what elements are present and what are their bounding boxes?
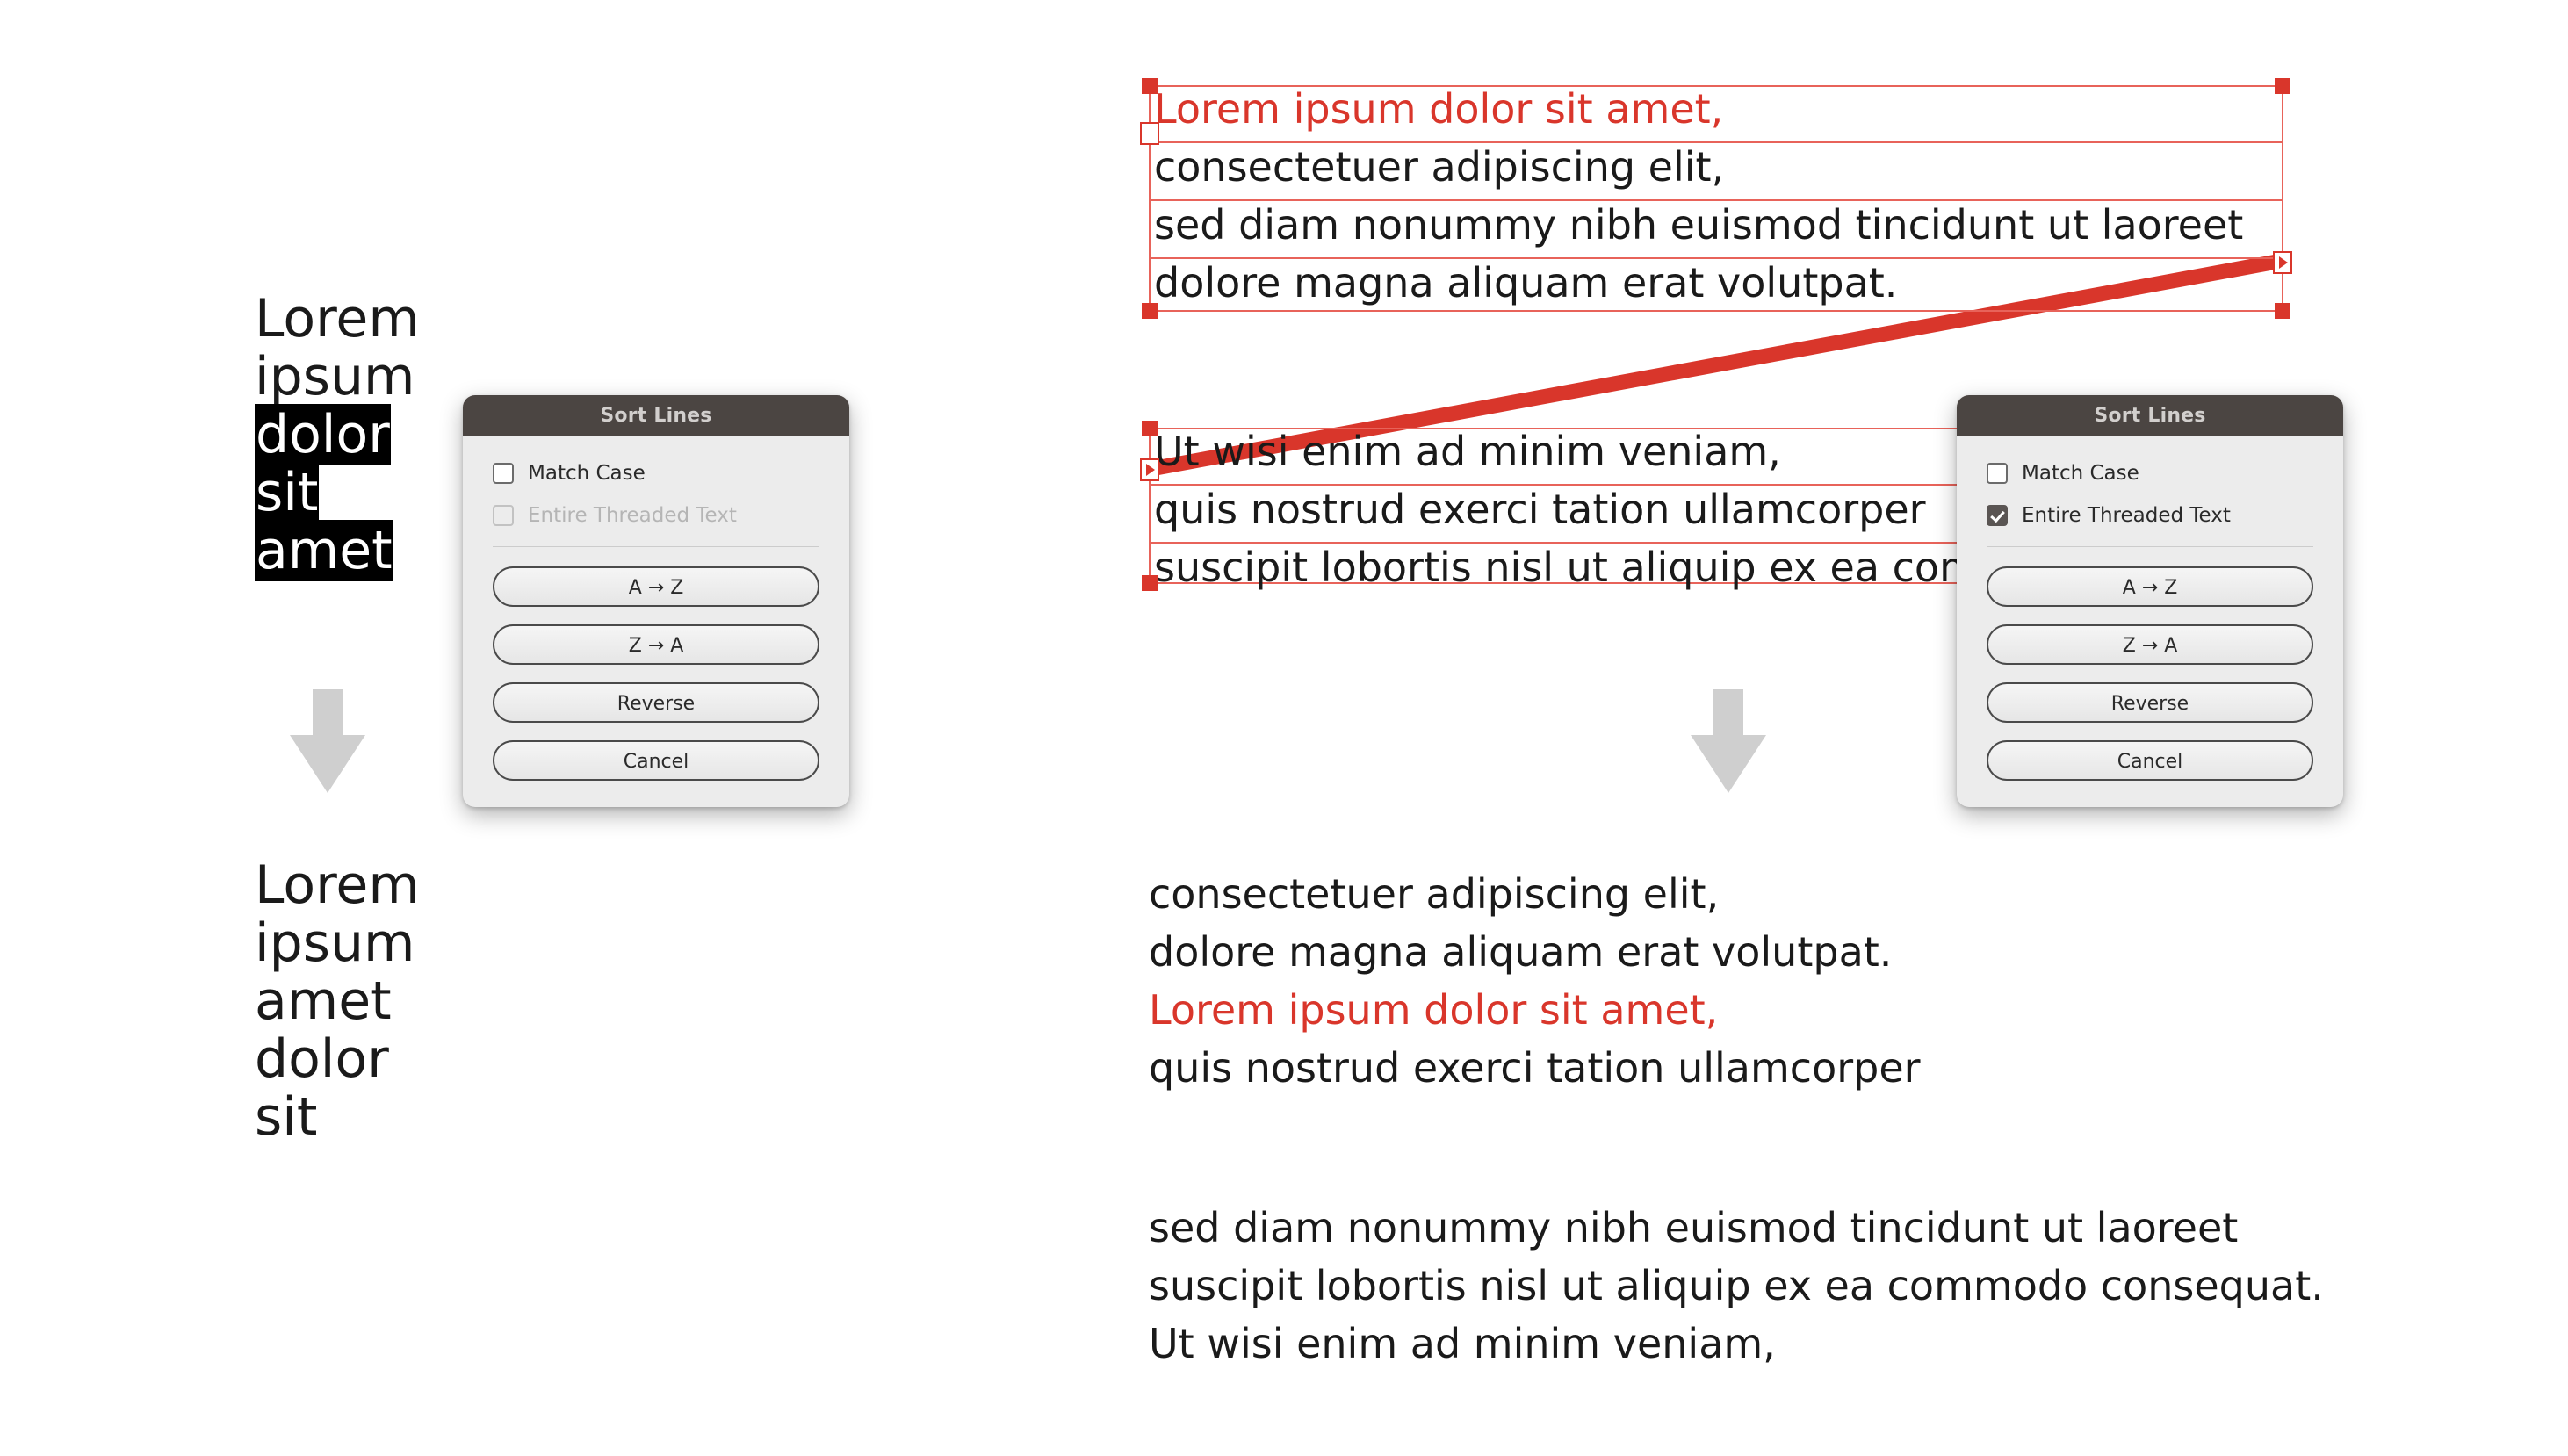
selected-text: sit xyxy=(255,462,320,523)
text-frame-primary[interactable]: Lorem ipsum dolor sit amet, consectetuer… xyxy=(1140,78,2292,319)
dialog-title: Sort Lines xyxy=(2094,404,2206,427)
dialog-body: Match Case Entire Threaded Text A → Z Z … xyxy=(1957,436,2343,807)
checkbox-label-match-case: Match Case xyxy=(2022,462,2139,485)
cancel-button[interactable]: Cancel xyxy=(493,740,819,781)
selected-text: dolor xyxy=(255,404,391,465)
result-line: Ut wisi enim ad minim veniam, xyxy=(1149,1320,1776,1367)
result-line: sit xyxy=(255,1086,318,1148)
source-line: dolor xyxy=(255,404,420,465)
dialog-titlebar: Sort Lines xyxy=(463,395,849,436)
checkbox-row-match-case[interactable]: Match Case xyxy=(493,455,819,492)
frame-line: dolore magna aliquam erat volutpat. xyxy=(1154,259,1898,306)
frame-1-text: Lorem ipsum dolor sit amet, consectetuer… xyxy=(1154,80,2243,312)
frame-handle-bottom-left[interactable] xyxy=(1142,575,1158,591)
dialog-divider xyxy=(493,546,819,547)
checkbox-entire-threaded-text[interactable] xyxy=(1987,505,2008,526)
frame-handle-top-left[interactable] xyxy=(1142,78,1158,94)
checkbox-label-entire-threaded-text: Entire Threaded Text xyxy=(528,504,737,527)
checkbox-label-match-case: Match Case xyxy=(528,462,646,485)
checkbox-row-entire-threaded-text: Entire Threaded Text xyxy=(493,497,819,534)
reverse-button[interactable]: Reverse xyxy=(1987,682,2313,723)
checkbox-match-case[interactable] xyxy=(493,463,514,484)
source-line: Lorem xyxy=(255,288,420,350)
reverse-button[interactable]: Reverse xyxy=(493,682,819,723)
frame-handle-top-left[interactable] xyxy=(1142,421,1158,436)
right-result-block-2: sed diam nonummy nibh euismod tincidunt … xyxy=(1149,1199,2324,1373)
result-line: dolor xyxy=(255,1028,389,1090)
frame-line: Lorem ipsum dolor sit amet, xyxy=(1154,85,1724,133)
result-line: amet xyxy=(255,970,392,1032)
sort-a-to-z-button[interactable]: A → Z xyxy=(1987,566,2313,607)
result-line: dolore magna aliquam erat volutpat. xyxy=(1149,928,1893,976)
arrow-down-icon xyxy=(1691,689,1766,793)
result-line: sed diam nonummy nibh euismod tincidunt … xyxy=(1149,1204,2239,1251)
result-line: Lorem xyxy=(255,854,420,916)
frame-handle-bottom-left[interactable] xyxy=(1142,303,1158,319)
checkbox-entire-threaded-text xyxy=(493,505,514,526)
dialog-titlebar: Sort Lines xyxy=(1957,395,2343,436)
dialog-divider xyxy=(1987,546,2313,547)
left-result-text: Lorem ipsum amet dolor sit xyxy=(255,856,420,1146)
sort-z-to-a-button[interactable]: Z → A xyxy=(1987,624,2313,665)
checkbox-match-case[interactable] xyxy=(1987,463,2008,484)
sort-lines-dialog-disabled-state[interactable]: Sort Lines Match Case Entire Threaded Te… xyxy=(463,395,849,807)
source-line: ipsum xyxy=(255,346,415,407)
text-in-port-icon[interactable] xyxy=(1140,122,1159,145)
result-line: ipsum xyxy=(255,912,415,974)
source-line: sit xyxy=(255,462,420,523)
right-result-block-1: consectetuer adipiscing elit, dolore mag… xyxy=(1149,865,1921,1097)
frame-handle-top-right[interactable] xyxy=(2275,78,2290,94)
arrow-shaft xyxy=(1713,689,1743,740)
text-out-port-icon[interactable] xyxy=(2273,251,2292,274)
cancel-button[interactable]: Cancel xyxy=(1987,740,2313,781)
arrow-head xyxy=(290,735,365,793)
port-triangle xyxy=(1146,464,1155,476)
dialog-body: Match Case Entire Threaded Text A → Z Z … xyxy=(463,436,849,807)
left-source-text: Lorem ipsum dolor sit amet xyxy=(255,288,420,581)
source-line: amet xyxy=(255,520,420,581)
result-line: suscipit lobortis nisl ut aliquip ex ea … xyxy=(1149,1262,2324,1309)
dialog-title: Sort Lines xyxy=(600,404,712,427)
frame-line: sed diam nonummy nibh euismod tincidunt … xyxy=(1154,201,2244,249)
text-in-port-icon[interactable] xyxy=(1140,458,1159,481)
sort-lines-dialog-threaded-state[interactable]: Sort Lines Match Case Entire Threaded Te… xyxy=(1957,395,2343,807)
selected-text: amet xyxy=(255,520,393,581)
result-line: consectetuer adipiscing elit, xyxy=(1149,870,1720,918)
result-line: quis nostrud exerci tation ullamcorper xyxy=(1149,1044,1921,1092)
checkbox-label-entire-threaded-text: Entire Threaded Text xyxy=(2022,504,2231,527)
checkbox-row-entire-threaded-text[interactable]: Entire Threaded Text xyxy=(1987,497,2313,534)
arrow-head xyxy=(1691,735,1766,793)
arrow-shaft xyxy=(313,689,343,740)
port-triangle xyxy=(2279,256,2288,269)
sort-z-to-a-button[interactable]: Z → A xyxy=(493,624,819,665)
frame-handle-bottom-right[interactable] xyxy=(2275,303,2290,319)
result-line: Lorem ipsum dolor sit amet, xyxy=(1149,986,1719,1034)
frame-line: consectetuer adipiscing elit, xyxy=(1154,143,1725,191)
checkbox-row-match-case[interactable]: Match Case xyxy=(1987,455,2313,492)
sort-a-to-z-button[interactable]: A → Z xyxy=(493,566,819,607)
arrow-down-icon xyxy=(290,689,365,793)
